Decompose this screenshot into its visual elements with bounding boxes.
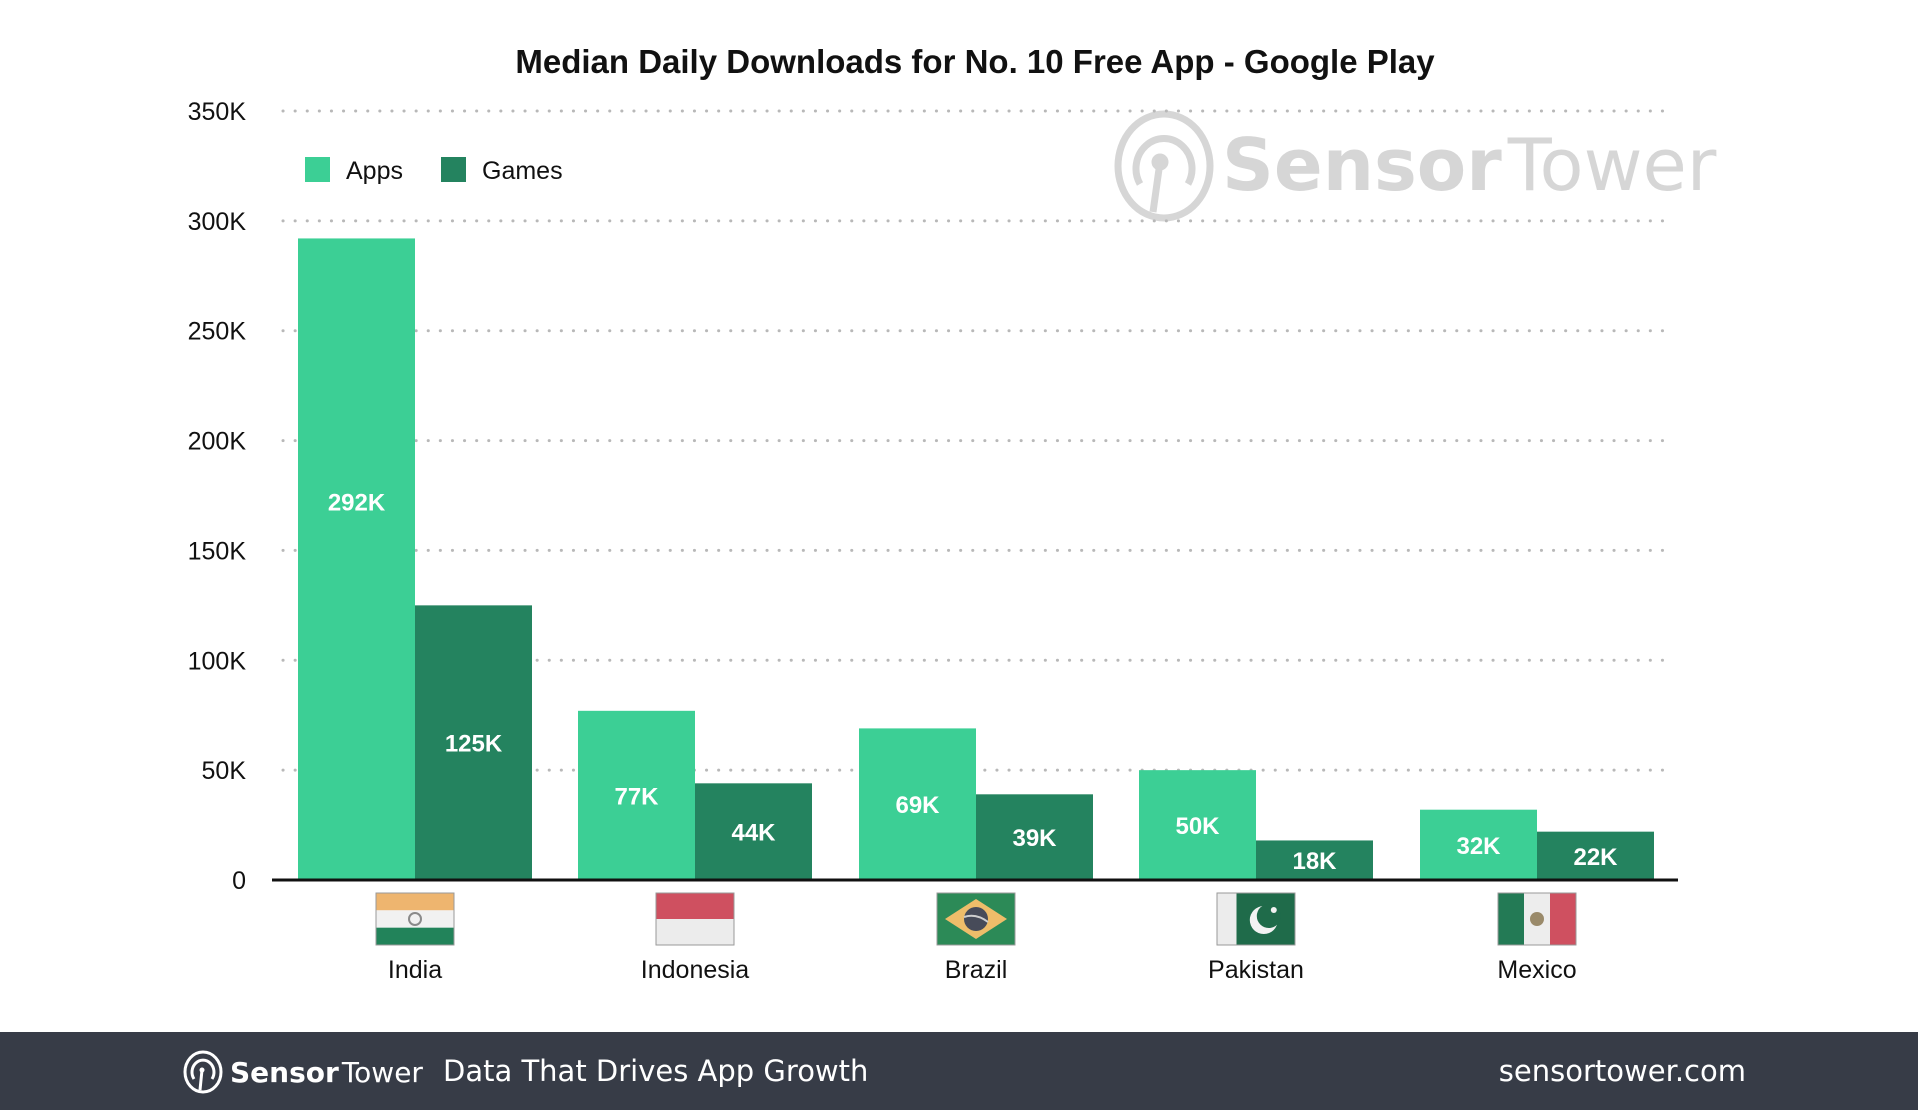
data-label: 292K bbox=[328, 489, 386, 516]
y-tick-label: 150K bbox=[188, 537, 247, 565]
x-tick-label: Brazil bbox=[945, 956, 1008, 984]
watermark-bold: Sensor bbox=[1222, 123, 1502, 207]
watermark-light: Tower bbox=[1507, 123, 1717, 207]
legend-label-games: Games bbox=[482, 157, 563, 185]
data-label: 39K bbox=[1012, 825, 1057, 852]
footer-logo-bold: Sensor bbox=[230, 1055, 339, 1089]
svg-text:SensorTower: SensorTower bbox=[1222, 123, 1717, 207]
y-tick-label: 0 bbox=[232, 867, 246, 895]
data-label: 77K bbox=[614, 783, 659, 810]
indonesia-flag-icon bbox=[655, 892, 735, 946]
x-tick-label: Mexico bbox=[1497, 956, 1576, 984]
sensortower-watermark-icon bbox=[1114, 110, 1214, 222]
data-label: 18K bbox=[1292, 848, 1337, 875]
x-axis-ticks: India Indonesia Brazil Pakistan Mexico bbox=[375, 892, 1577, 984]
mexico-flag-icon bbox=[1497, 892, 1577, 946]
legend-swatch-games bbox=[441, 157, 466, 182]
data-label: 50K bbox=[1175, 813, 1220, 840]
y-tick-label: 50K bbox=[202, 757, 247, 785]
pakistan-flag-icon bbox=[1216, 892, 1296, 946]
footer-logo: Sensor Tower bbox=[182, 1050, 423, 1094]
footer-site-link[interactable]: sensortower.com bbox=[1499, 1054, 1746, 1088]
footer-bar: Sensor Tower Data That Drives App Growth … bbox=[0, 1032, 1918, 1110]
y-axis-ticks: 0 50K 100K 150K 200K 250K 300K 350K bbox=[188, 98, 247, 895]
chart: Median Daily Downloads for No. 10 Free A… bbox=[188, 43, 1717, 984]
data-label: 125K bbox=[445, 731, 503, 758]
footer-logo-light: Tower bbox=[341, 1055, 423, 1089]
y-tick-label: 200K bbox=[188, 428, 247, 456]
x-tick-label: India bbox=[388, 956, 442, 984]
data-label: 22K bbox=[1573, 844, 1618, 871]
y-tick-label: 100K bbox=[188, 647, 247, 675]
sensortower-watermark: SensorTower bbox=[1114, 110, 1717, 222]
y-tick-label: 250K bbox=[188, 318, 247, 346]
legend-label-apps: Apps bbox=[346, 157, 403, 185]
x-tick-label: Pakistan bbox=[1208, 956, 1304, 984]
india-flag-icon bbox=[375, 892, 455, 946]
legend: Apps Games bbox=[305, 157, 563, 185]
x-tick-label: Indonesia bbox=[641, 956, 750, 984]
chart-title: Median Daily Downloads for No. 10 Free A… bbox=[515, 43, 1435, 80]
data-label: 69K bbox=[895, 792, 940, 819]
brazil-flag-icon bbox=[936, 892, 1016, 946]
y-tick-label: 300K bbox=[188, 208, 247, 236]
bars: 292K 125K 77K 44K 69K 39K 50K 18K 32K 22K bbox=[298, 238, 1654, 881]
data-label: 32K bbox=[1456, 833, 1501, 860]
y-tick-label: 350K bbox=[188, 98, 247, 126]
legend-swatch-apps bbox=[305, 157, 330, 182]
data-label: 44K bbox=[731, 820, 776, 847]
footer-tagline: Data That Drives App Growth bbox=[443, 1054, 869, 1088]
sensortower-logo-icon bbox=[183, 1050, 223, 1094]
bar-apps-india bbox=[298, 238, 415, 881]
